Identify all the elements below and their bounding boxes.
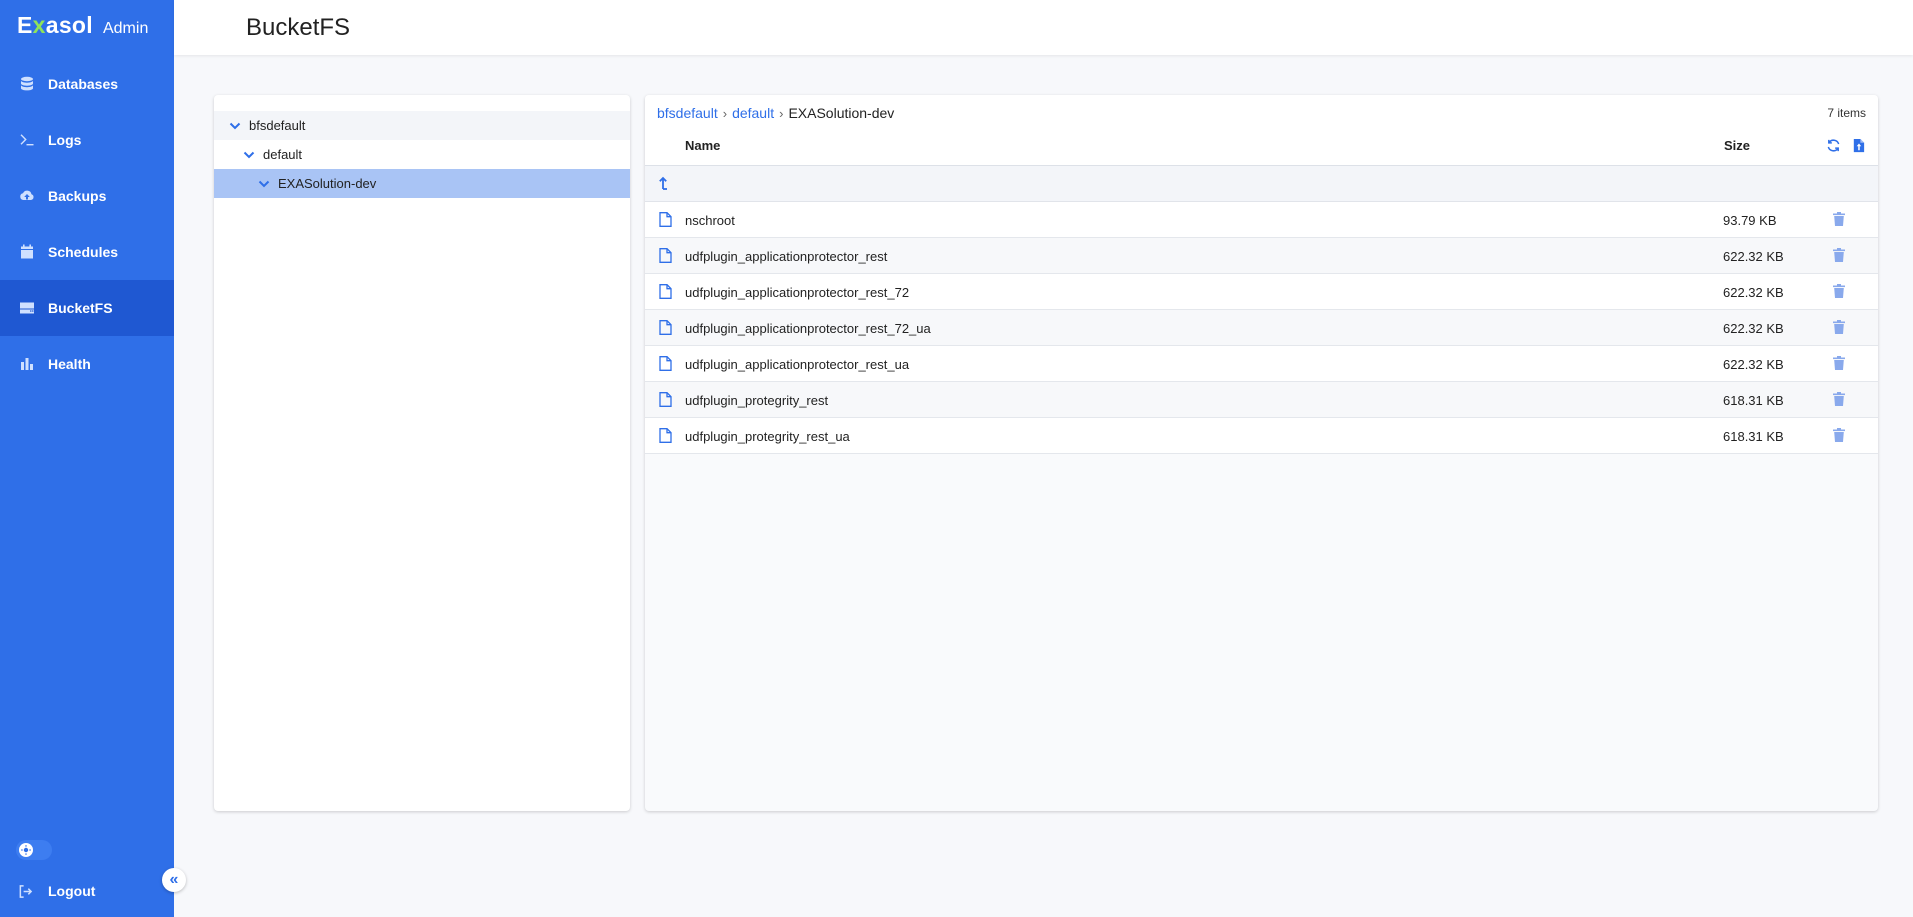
file-icon [659, 248, 673, 264]
sidebar: Exasol Admin Databases Logs Backups Sche… [0, 0, 174, 917]
table-row[interactable]: udfplugin_applicationprotector_rest_ua 6… [645, 346, 1878, 382]
logout-button[interactable]: Logout [0, 869, 174, 913]
file-size: 93.79 KB [1723, 213, 1777, 228]
bar-chart-icon [18, 355, 36, 373]
file-name[interactable]: udfplugin_applicationprotector_rest [685, 249, 887, 264]
sidebar-item-databases[interactable]: Databases [0, 56, 174, 112]
breadcrumb-default[interactable]: default [732, 105, 774, 121]
file-table-header: Name Size [645, 124, 1878, 166]
logout-icon [18, 882, 36, 900]
breadcrumb-current: EXASolution-dev [788, 105, 895, 121]
sidebar-item-label: Databases [48, 76, 119, 92]
tree-node-exasolution-dev[interactable]: EXASolution-dev [214, 169, 630, 198]
table-row[interactable]: udfplugin_applicationprotector_rest 622.… [645, 238, 1878, 274]
file-rows: nschroot 93.79 KB udfplugin_applicationp… [645, 202, 1878, 454]
sidebar-item-label: Backups [48, 188, 107, 204]
sidebar-item-backups[interactable]: Backups [0, 168, 174, 224]
file-panel-header: bfsdefault › default › EXASolution-dev 7… [645, 95, 1878, 124]
tree-node-label: default [263, 147, 303, 162]
tree-node-label: EXASolution-dev [278, 176, 377, 191]
admin-label: Admin [102, 20, 149, 37]
breadcrumb-separator: › [779, 105, 784, 121]
trash-icon[interactable] [1833, 356, 1847, 372]
storage-icon [18, 299, 36, 317]
table-row[interactable]: udfplugin_protegrity_rest 618.31 KB [645, 382, 1878, 418]
top-header: BucketFS [174, 0, 1913, 55]
chevron-down-icon[interactable] [257, 177, 271, 191]
double-chevron-left-icon: « [169, 871, 179, 888]
sidebar-item-health[interactable]: Health [0, 336, 174, 392]
file-size: 622.32 KB [1723, 285, 1784, 300]
file-icon [659, 212, 673, 228]
sun-icon [19, 843, 33, 857]
brand-logo[interactable]: Exasol Admin [17, 12, 148, 42]
bucket-tree-panel: bfsdefault default EXASolution-dev [214, 95, 630, 811]
terminal-icon [18, 131, 36, 149]
trash-icon[interactable] [1833, 320, 1847, 336]
sidebar-item-label: Logs [48, 132, 82, 148]
tree-node-default[interactable]: default [214, 140, 630, 169]
calendar-icon [18, 243, 36, 261]
sidebar-item-bucketfs[interactable]: BucketFS [0, 280, 174, 336]
parent-directory-row[interactable] [645, 166, 1878, 202]
chevron-down-icon[interactable] [228, 119, 242, 133]
file-size: 622.32 KB [1723, 321, 1784, 336]
table-actions [1824, 136, 1874, 154]
file-list-panel: bfsdefault › default › EXASolution-dev 7… [645, 95, 1878, 811]
file-icon [659, 284, 673, 300]
tree-node-label: bfsdefault [249, 118, 306, 133]
breadcrumb-separator: › [722, 105, 728, 121]
file-icon [659, 320, 673, 336]
file-name[interactable]: udfplugin_applicationprotector_rest_ua [685, 357, 909, 372]
trash-icon[interactable] [1833, 428, 1847, 444]
sidebar-item-label: BucketFS [48, 300, 113, 316]
file-name[interactable]: udfplugin_applicationprotector_rest_72_u… [685, 321, 931, 336]
item-count: 7 items [1827, 106, 1866, 120]
file-name[interactable]: nschroot [685, 213, 735, 228]
sidebar-item-logs[interactable]: Logs [0, 112, 174, 168]
sidebar-nav: Databases Logs Backups Schedules BucketF… [0, 56, 174, 392]
file-size: 618.31 KB [1723, 393, 1784, 408]
database-icon [18, 75, 36, 93]
tree-node-bfsdefault[interactable]: bfsdefault [214, 111, 630, 140]
breadcrumb-bfsdefault[interactable]: bfsdefault [657, 105, 718, 121]
column-header-name[interactable]: Name [685, 138, 720, 153]
bucket-tree: bfsdefault default EXASolution-dev [214, 111, 630, 198]
file-name[interactable]: udfplugin_applicationprotector_rest_72 [685, 285, 909, 300]
collapse-sidebar-button[interactable]: « [162, 868, 186, 892]
logout-label: Logout [48, 883, 96, 899]
table-row[interactable]: nschroot 93.79 KB [645, 202, 1878, 238]
cloud-upload-icon [18, 187, 36, 205]
trash-icon[interactable] [1833, 284, 1847, 300]
sidebar-item-label: Schedules [48, 244, 119, 260]
file-icon [659, 392, 673, 408]
file-name[interactable]: udfplugin_protegrity_rest_ua [685, 429, 850, 444]
table-row[interactable]: udfplugin_protegrity_rest_ua 618.31 KB [645, 418, 1878, 454]
table-row[interactable]: udfplugin_applicationprotector_rest_72 6… [645, 274, 1878, 310]
upload-file-icon[interactable] [1849, 136, 1867, 154]
column-header-size[interactable]: Size [1724, 138, 1750, 153]
file-icon [659, 428, 673, 444]
table-row[interactable]: udfplugin_applicationprotector_rest_72_u… [645, 310, 1878, 346]
exasol-logo: Exasol [17, 12, 93, 38]
level-up-icon[interactable] [657, 175, 673, 191]
trash-icon[interactable] [1833, 248, 1847, 264]
breadcrumb: bfsdefault › default › EXASolution-dev [657, 105, 894, 121]
refresh-icon[interactable] [1824, 136, 1842, 154]
trash-icon[interactable] [1833, 212, 1847, 228]
file-size: 618.31 KB [1723, 429, 1784, 444]
trash-icon[interactable] [1833, 392, 1847, 408]
file-size: 622.32 KB [1723, 249, 1784, 264]
chevron-down-icon[interactable] [242, 148, 256, 162]
page-title: BucketFS [246, 14, 351, 41]
sidebar-item-label: Health [48, 356, 91, 372]
file-name[interactable]: udfplugin_protegrity_rest [685, 393, 828, 408]
file-icon [659, 356, 673, 372]
theme-toggle[interactable] [16, 840, 52, 860]
file-size: 622.32 KB [1723, 357, 1784, 372]
sidebar-item-schedules[interactable]: Schedules [0, 224, 174, 280]
